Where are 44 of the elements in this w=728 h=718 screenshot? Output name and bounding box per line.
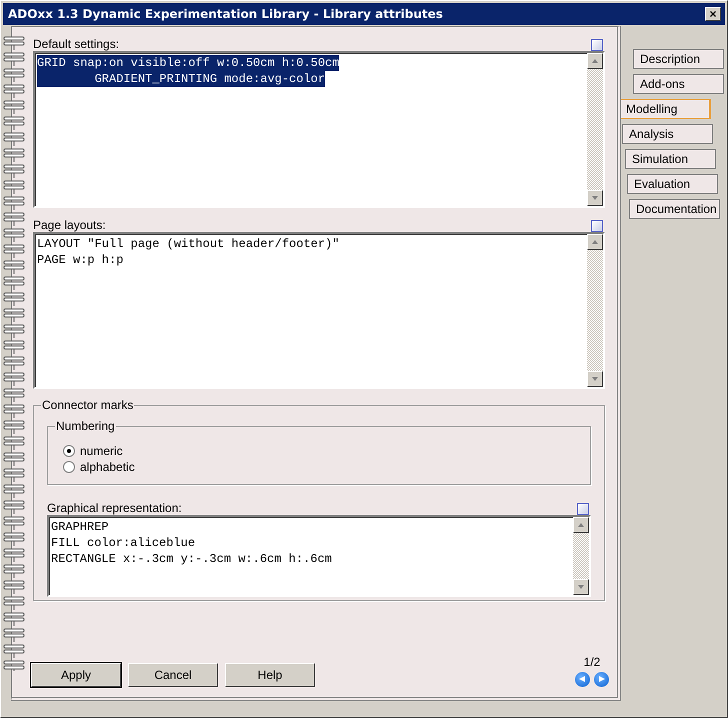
next-page-button[interactable] <box>594 672 609 687</box>
close-button[interactable]: × <box>705 7 721 21</box>
field-label: Page layouts: <box>33 218 106 232</box>
text-area[interactable]: LAYOUT "Full page (without header/footer)" PAGE w:p h:p <box>33 232 605 389</box>
tab[interactable]: Modelling <box>620 99 711 119</box>
square-icon[interactable] <box>591 220 603 232</box>
radio-button[interactable] <box>63 445 75 457</box>
field-label: Graphical representation: <box>47 501 182 515</box>
dialog-button[interactable]: Help <box>225 663 315 687</box>
code-line: FILL color:aliceblue <box>51 535 196 551</box>
code-line: LAYOUT "Full page (without header/footer)" <box>37 236 340 252</box>
radio-label[interactable]: numeric <box>80 444 123 458</box>
tab[interactable]: Add-ons <box>633 74 724 94</box>
group-title: Numbering <box>55 419 116 433</box>
tab[interactable]: Analysis <box>622 124 713 144</box>
tab[interactable]: Documentation <box>629 199 720 219</box>
square-icon[interactable] <box>577 503 589 515</box>
scroll-down-button[interactable] <box>587 371 603 387</box>
scroll-up-button[interactable] <box>573 517 589 533</box>
dialog-button[interactable]: Cancel <box>128 663 218 687</box>
tab[interactable]: Simulation <box>625 149 716 169</box>
text-area[interactable]: GRAPHREP FILL color:aliceblue RECTANGLE x:-.3cm y:-.3cm w:.6cm h:.6cm <box>47 515 591 597</box>
scroll-up-button[interactable] <box>587 234 603 250</box>
code-line: GRAPHREP <box>51 519 109 535</box>
field-label: Default settings: <box>33 37 120 51</box>
dialog-button[interactable]: Apply <box>31 663 121 687</box>
scroll-down-button[interactable] <box>587 190 603 206</box>
group-title: Connector marks <box>41 398 134 412</box>
radio-button[interactable] <box>63 461 75 473</box>
scrollbar[interactable] <box>573 517 589 595</box>
code-line: PAGE w:p h:p <box>37 252 124 268</box>
scrollbar[interactable] <box>587 53 603 206</box>
previous-page-button[interactable] <box>575 672 590 687</box>
code-line: RECTANGLE x:-.3cm y:-.3cm w:.6cm h:.6cm <box>51 551 332 567</box>
scroll-down-button[interactable] <box>573 579 589 595</box>
square-icon[interactable] <box>591 39 603 51</box>
tab[interactable]: Evaluation <box>627 174 718 194</box>
radio-label[interactable]: alphabetic <box>80 460 135 474</box>
window-title: ADOxx 1.3 Dynamic Experimentation Library - Library attributes <box>8 7 443 21</box>
tab[interactable]: Description <box>633 49 724 69</box>
page-number: 1/2 <box>584 655 600 669</box>
text-area[interactable]: GRID snap:on visible:off w:0.50cm h:0.50cm GRADIENT_PRINTING mode:avg-color <box>33 51 605 208</box>
scroll-up-button[interactable] <box>587 53 603 69</box>
scrollbar[interactable] <box>587 234 603 387</box>
